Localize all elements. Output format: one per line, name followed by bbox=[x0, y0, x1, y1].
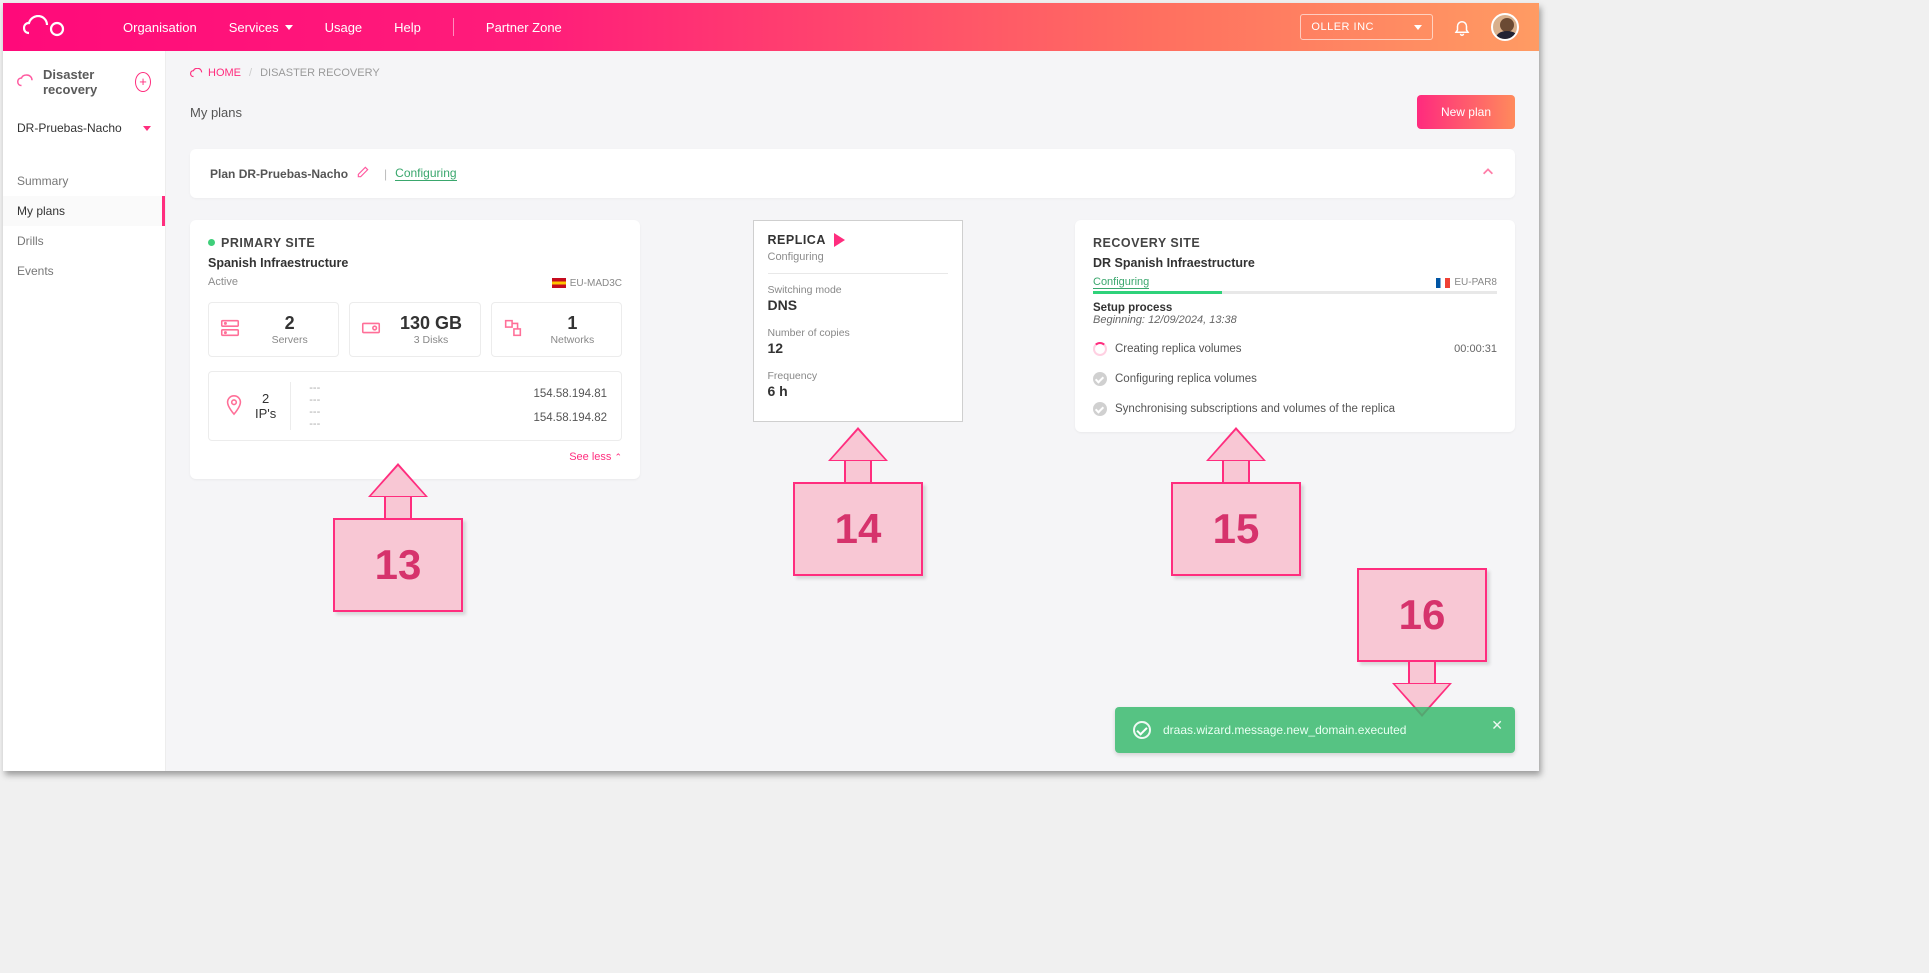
breadcrumb-home[interactable]: HOME bbox=[190, 67, 241, 79]
replica-state: Configuring bbox=[768, 251, 948, 263]
nav-partner-zone[interactable]: Partner Zone bbox=[486, 20, 562, 35]
plan-bar: Plan DR-Pruebas-Nacho | Configuring bbox=[190, 149, 1515, 198]
recovery-state: Configuring bbox=[1093, 276, 1149, 289]
replica-copies: 12 bbox=[768, 340, 948, 356]
network-icon bbox=[502, 317, 524, 342]
nav-services[interactable]: Services bbox=[229, 20, 293, 35]
add-plan-button[interactable]: + bbox=[135, 72, 151, 92]
ip-address: 154.58.194.82 bbox=[533, 412, 607, 424]
toast-message: draas.wizard.message.new_domain.executed bbox=[1163, 723, 1406, 737]
check-icon bbox=[1093, 402, 1107, 416]
nav-help[interactable]: Help bbox=[394, 20, 421, 35]
new-plan-button[interactable]: New plan bbox=[1417, 95, 1515, 129]
replica-frequency: 6 h bbox=[768, 383, 948, 399]
primary-heading: PRIMARY SITE bbox=[221, 236, 315, 250]
flag-fr-icon bbox=[1436, 278, 1450, 288]
org-select[interactable]: OLLER INC bbox=[1300, 14, 1433, 40]
recovery-name: DR Spanish Infraestructure bbox=[1093, 256, 1497, 270]
nav-links: Organisation Services Usage Help Partner… bbox=[123, 18, 562, 36]
see-less-link[interactable]: See less ⌃ bbox=[208, 451, 622, 463]
edit-icon[interactable] bbox=[356, 165, 370, 182]
replica-card: REPLICA Configuring Switching mode DNS N… bbox=[753, 220, 963, 422]
sidebar: Disaster recovery + DR-Pruebas-Nacho Sum… bbox=[3, 51, 166, 771]
breadcrumb: HOME / DISASTER RECOVERY bbox=[190, 51, 1515, 87]
primary-site-panel: PRIMARY SITE Spanish Infraestructure Act… bbox=[190, 220, 640, 479]
begin-time: 12/09/2024, 13:38 bbox=[1148, 314, 1237, 326]
plan-status: Configuring bbox=[395, 166, 456, 181]
stat-servers: 2Servers bbox=[208, 302, 339, 357]
spinner-icon bbox=[1093, 342, 1107, 356]
replica-heading: REPLICA bbox=[768, 233, 826, 247]
setup-head: Setup process bbox=[1093, 302, 1497, 314]
chevron-down-icon bbox=[1414, 25, 1422, 30]
recovery-site-panel: RECOVERY SITE DR Spanish Infraestructure… bbox=[1075, 220, 1515, 432]
org-name: OLLER INC bbox=[1311, 21, 1374, 33]
nav-organisation[interactable]: Organisation bbox=[123, 20, 197, 35]
flag-es-icon bbox=[552, 278, 566, 288]
toast: draas.wizard.message.new_domain.executed… bbox=[1115, 707, 1515, 753]
close-icon[interactable]: ✕ bbox=[1491, 717, 1503, 734]
avatar bbox=[1491, 13, 1519, 41]
breadcrumb-current: DISASTER RECOVERY bbox=[260, 67, 380, 79]
sidebar-title: Disaster recovery bbox=[43, 67, 127, 97]
chevron-down-icon bbox=[285, 25, 293, 30]
notifications-button[interactable] bbox=[1453, 18, 1471, 36]
content: HOME / DISASTER RECOVERY My plans New pl… bbox=[166, 51, 1539, 771]
setup-step: Creating replica volumes 00:00:31 bbox=[1093, 342, 1497, 356]
setup-step: Synchronising subscriptions and volumes … bbox=[1093, 402, 1497, 416]
sidebar-item-events[interactable]: Events bbox=[3, 256, 165, 286]
status-dot-icon bbox=[208, 239, 215, 246]
logo[interactable] bbox=[23, 15, 123, 39]
sidebar-item-myplans[interactable]: My plans bbox=[3, 196, 165, 226]
sidebar-nav: Summary My plans Drills Events bbox=[3, 166, 165, 286]
ip-address: 154.58.194.81 bbox=[533, 388, 607, 400]
sidebar-item-drills[interactable]: Drills bbox=[3, 226, 165, 256]
primary-region: EU-MAD3C bbox=[570, 278, 622, 289]
recovery-heading: RECOVERY SITE bbox=[1093, 236, 1497, 250]
ip-icon bbox=[223, 394, 245, 419]
topbar: Organisation Services Usage Help Partner… bbox=[3, 3, 1539, 51]
primary-name: Spanish Infraestructure bbox=[208, 256, 622, 270]
dr-icon bbox=[17, 74, 35, 91]
success-icon bbox=[1133, 721, 1151, 739]
play-icon[interactable] bbox=[834, 233, 845, 247]
primary-state: Active bbox=[208, 276, 238, 290]
plan-prefix: Plan bbox=[210, 167, 235, 181]
stat-disks: 130 GB3 Disks bbox=[349, 302, 480, 357]
plan-select-label: DR-Pruebas-Nacho bbox=[17, 121, 122, 135]
stat-networks: 1Networks bbox=[491, 302, 622, 357]
nav-separator bbox=[453, 18, 454, 36]
recovery-region: EU-PAR8 bbox=[1454, 277, 1497, 288]
sidebar-item-summary[interactable]: Summary bbox=[3, 166, 165, 196]
ip-box: 2IP's --- --- --- --- 154.58.194.81 154.… bbox=[208, 371, 622, 441]
step-time: 00:00:31 bbox=[1454, 343, 1497, 355]
server-icon bbox=[219, 317, 241, 342]
collapse-button[interactable] bbox=[1481, 165, 1495, 182]
plan-select[interactable]: DR-Pruebas-Nacho bbox=[17, 115, 151, 142]
check-icon bbox=[1093, 372, 1107, 386]
replica-switch-mode: DNS bbox=[768, 297, 948, 313]
avatar-button[interactable] bbox=[1491, 13, 1519, 41]
disk-icon bbox=[360, 317, 382, 342]
page-title: My plans bbox=[190, 105, 242, 120]
progress-bar bbox=[1093, 291, 1497, 294]
plan-name: DR-Pruebas-Nacho bbox=[239, 167, 348, 181]
chevron-down-icon bbox=[143, 126, 151, 131]
page-header: My plans New plan bbox=[190, 87, 1515, 149]
nav-usage[interactable]: Usage bbox=[325, 20, 363, 35]
setup-step: Configuring replica volumes bbox=[1093, 372, 1497, 386]
